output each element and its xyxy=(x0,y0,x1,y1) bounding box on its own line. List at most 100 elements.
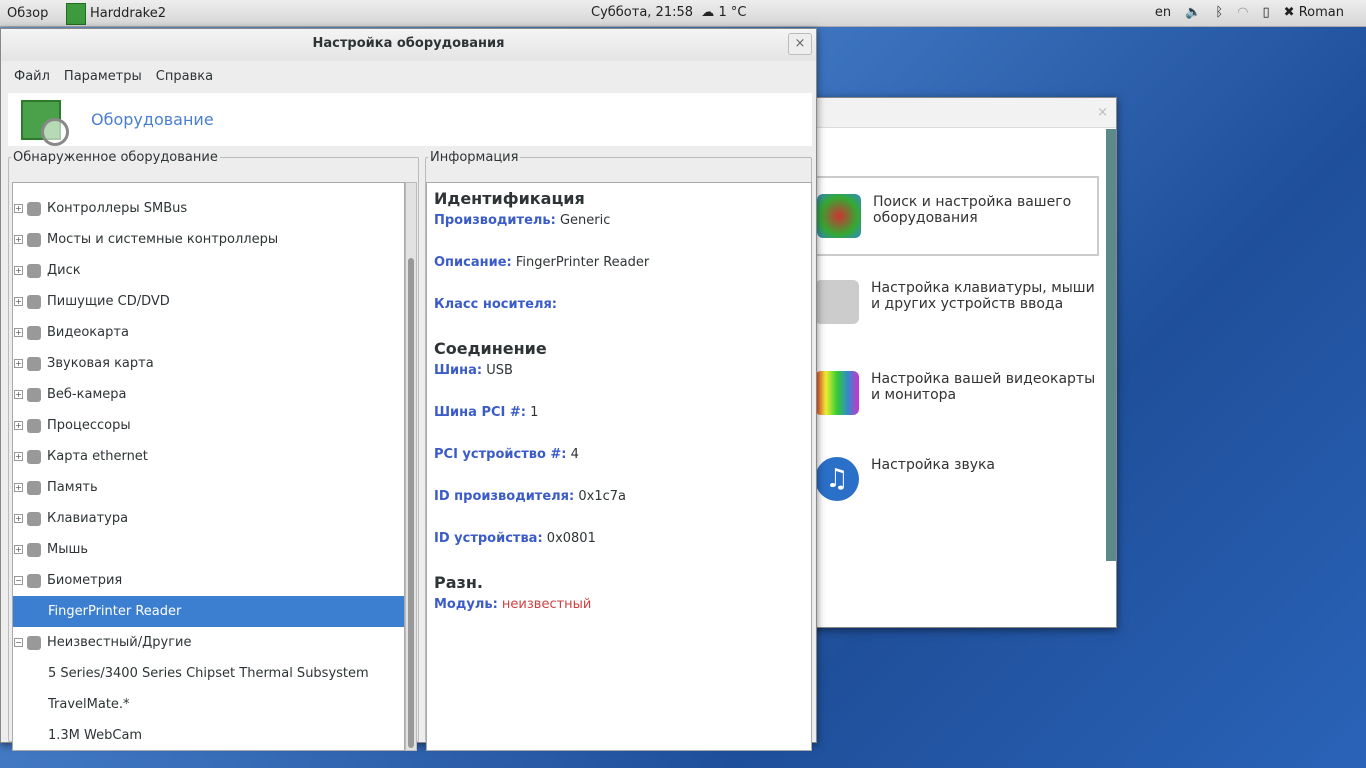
category-icon xyxy=(27,542,41,557)
information-panel: Информация Идентификация Производитель: … xyxy=(425,150,812,751)
expand-icon[interactable]: + xyxy=(14,266,23,275)
expand-icon[interactable]: + xyxy=(14,514,23,523)
item-label: Настройка звука xyxy=(871,457,996,473)
bus-key: Шина: xyxy=(434,363,483,378)
tree-item-label: Пишущие CD/DVD xyxy=(47,294,170,309)
wifi-icon[interactable]: ◠ xyxy=(1237,5,1248,20)
tree-device-item[interactable]: 5 Series/3400 Series Chipset Thermal Sub… xyxy=(13,658,404,689)
bg-titlebar: × xyxy=(811,98,1116,128)
expand-icon[interactable]: + xyxy=(14,483,23,492)
tree-category-item[interactable]: + Видеокарта xyxy=(13,317,404,348)
section-identification: Идентификация xyxy=(434,189,585,208)
tree-category-item[interactable]: + Процессоры xyxy=(13,410,404,441)
tree-item-label: Клавиатура xyxy=(47,511,129,526)
header-banner: Оборудование xyxy=(8,93,812,146)
description-key: Описание: xyxy=(434,255,512,270)
scrollbar-thumb[interactable] xyxy=(408,258,414,748)
tree-item-label: Звуковая карта xyxy=(47,356,154,371)
menu-file[interactable]: Файл xyxy=(14,69,50,84)
tree-item-label: Веб-камера xyxy=(47,387,127,402)
close-button[interactable]: × xyxy=(788,33,812,55)
category-icon xyxy=(27,480,41,495)
sound-item[interactable]: ♫ Настройка звука xyxy=(815,457,1099,501)
detected-hardware-panel: Обнаруженное оборудование + Контроллеры S… xyxy=(8,150,419,751)
tree-device-item[interactable]: TravelMate.* xyxy=(13,689,404,720)
tree-device-item[interactable]: 1.3M WebCam xyxy=(13,720,404,750)
bluetooth-icon[interactable]: ᛒ xyxy=(1215,5,1223,20)
tree-item-label: Мосты и системные контроллеры xyxy=(47,232,279,247)
tree-category-item[interactable]: + Веб-камера xyxy=(13,379,404,410)
battery-icon[interactable]: ▯ xyxy=(1263,5,1270,20)
pci-bus-key: Шина PCI #: xyxy=(434,405,526,420)
bg-close-button[interactable]: × xyxy=(1097,105,1108,120)
collapse-icon[interactable]: − xyxy=(14,638,23,647)
tree-item-label: TravelMate.* xyxy=(48,697,130,712)
category-icon xyxy=(27,325,41,340)
tree-item-label: Контроллеры SMBus xyxy=(47,201,188,216)
chat-status-icon: ✖ xyxy=(1283,5,1295,20)
hardware-config-item[interactable]: Поиск и настройка вашего оборудования xyxy=(815,176,1099,256)
clock-text: Суббота, 21:58 xyxy=(591,5,694,20)
harddrake-icon xyxy=(66,2,86,25)
collapse-icon[interactable]: − xyxy=(14,576,23,585)
module-value: неизвестный xyxy=(501,597,592,612)
tree-category-item[interactable]: + Диск xyxy=(13,255,404,286)
tree-item-label: Неизвестный/Другие xyxy=(47,635,192,650)
clock[interactable]: Суббота, 21:58 ☁ 1 °C xyxy=(591,5,746,20)
vendor-value: Generic xyxy=(559,213,611,228)
pci-device-value: 4 xyxy=(570,447,579,462)
tree-category-item[interactable]: − Неизвестный/Другие xyxy=(13,627,404,658)
menu-help[interactable]: Справка xyxy=(156,69,213,84)
expand-icon[interactable]: + xyxy=(14,204,23,213)
expand-icon[interactable]: + xyxy=(14,328,23,337)
tree-category-item[interactable]: + Пишущие CD/DVD xyxy=(13,286,404,317)
tree-category-item[interactable]: + Звуковая карта xyxy=(13,348,404,379)
hardware-config-window: Настройка оборудования × Файл Параметры … xyxy=(0,28,817,751)
category-icon xyxy=(27,263,41,278)
tree-device-item[interactable]: FingerPrinter Reader xyxy=(13,596,404,627)
hardware-tree[interactable]: + Контроллеры SMBus + Мосты и системные кон… xyxy=(12,182,405,751)
app-menu[interactable]: Harddrake2 xyxy=(66,0,166,27)
description-value: FingerPrinter Reader xyxy=(515,255,650,270)
tree-category-item[interactable]: − Биометрия xyxy=(13,565,404,596)
tree-category-item[interactable]: + Контроллеры SMBus xyxy=(13,193,404,224)
expand-icon[interactable]: + xyxy=(14,421,23,430)
tree-category-item[interactable]: + Память xyxy=(13,472,404,503)
tree-item-label: FingerPrinter Reader xyxy=(48,604,182,619)
tree-category-item[interactable]: + Клавиатура xyxy=(13,503,404,534)
weather-icon: ☁ xyxy=(701,5,715,20)
user-menu[interactable]: ✖ Roman xyxy=(1284,5,1344,20)
tree-item-label: 5 Series/3400 Series Chipset Thermal Sub… xyxy=(48,666,369,681)
info-content: Идентификация Производитель: Generic Опи… xyxy=(426,182,812,751)
background-window: × Поиск и настройка вашего оборудования … xyxy=(810,97,1117,628)
pci-bus-value: 1 xyxy=(530,405,539,420)
bus-value: USB xyxy=(486,363,513,378)
expand-icon[interactable]: + xyxy=(14,359,23,368)
tree-item-label: Видеокарта xyxy=(47,325,129,340)
expand-icon[interactable]: + xyxy=(14,545,23,554)
section-misc: Разн. xyxy=(434,573,483,592)
tree-category-item[interactable]: + Мосты и системные контроллеры xyxy=(13,224,404,255)
expand-icon[interactable]: + xyxy=(14,235,23,244)
activities-button[interactable]: Обзор xyxy=(7,6,48,21)
expand-icon[interactable]: + xyxy=(14,297,23,306)
media-class-key: Класс носителя: xyxy=(434,297,558,312)
device-id-value: 0x0801 xyxy=(546,531,596,546)
keyboard-mouse-item[interactable]: Настройка клавиатуры, мыши и других устр… xyxy=(815,280,1099,324)
volume-muted-icon[interactable]: 🔈 xyxy=(1185,5,1201,20)
tree-category-item[interactable]: + Карта ethernet xyxy=(13,441,404,472)
weather-text: 1 °C xyxy=(718,5,747,20)
menu-options[interactable]: Параметры xyxy=(64,69,142,84)
category-icon xyxy=(27,573,41,588)
keyboard-icon xyxy=(815,280,859,324)
gears-icon xyxy=(817,194,861,238)
expand-icon[interactable]: + xyxy=(14,452,23,461)
expand-icon[interactable]: + xyxy=(14,390,23,399)
tree-scrollbar[interactable] xyxy=(405,182,417,751)
bg-scrollbar[interactable] xyxy=(1106,129,1116,561)
pci-device-key: PCI устройство #: xyxy=(434,447,567,462)
tree-category-item[interactable]: + Мышь xyxy=(13,534,404,565)
video-monitor-item[interactable]: Настройка вашей видеокарты и монитора xyxy=(815,371,1099,415)
keyboard-layout[interactable]: en xyxy=(1155,5,1171,20)
tree-item-label: Память xyxy=(47,480,98,495)
